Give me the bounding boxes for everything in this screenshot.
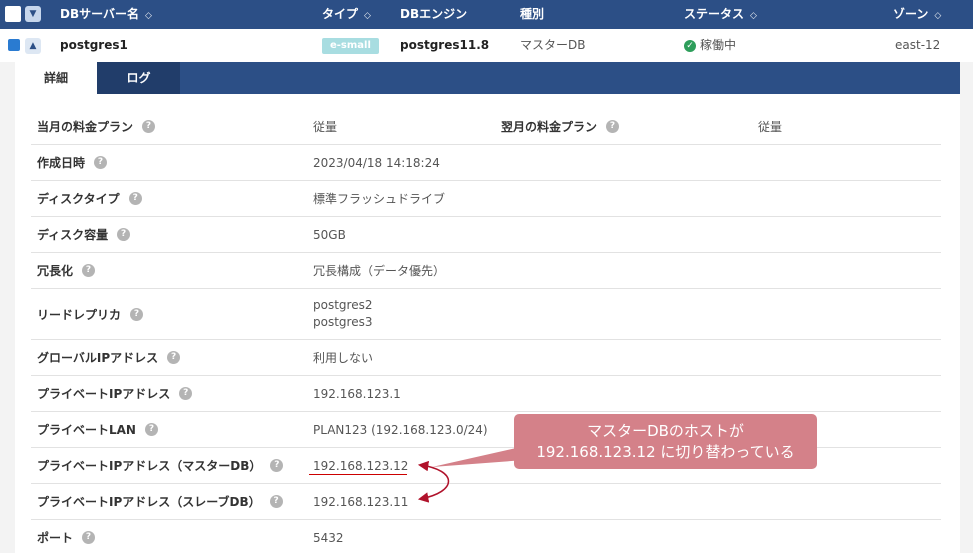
annotation-callout: マスターDBのホストが 192.168.123.12 に切り替わっている	[514, 414, 817, 469]
annotation-arrows	[417, 446, 525, 503]
switch-arrow	[417, 460, 450, 503]
callout-pointer	[432, 446, 525, 467]
callout-line: 192.168.123.12 に切り替わっている	[536, 442, 795, 461]
callout-line: マスターDBのホストが	[587, 421, 744, 440]
